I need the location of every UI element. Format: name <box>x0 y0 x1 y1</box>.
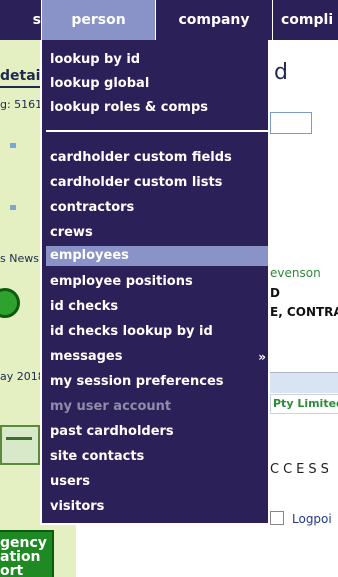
emergency-line-2: ation <box>0 549 41 565</box>
menu-divider <box>46 130 268 132</box>
menu-item-lookup-by-id[interactable]: lookup by id <box>46 48 268 72</box>
document-thumbnail-icon[interactable] <box>0 425 40 465</box>
menu-item-my-user-account: my user account <box>50 399 172 414</box>
sidebar-code: g: 5161 <box>0 98 43 111</box>
menu-item-visitors[interactable]: visitors <box>46 495 268 519</box>
menu-item-crews[interactable]: crews <box>46 221 268 245</box>
menu-item-id-checks[interactable]: id checks <box>46 295 268 319</box>
menu-item-past-cardholders[interactable]: past cardholders <box>46 420 268 444</box>
tab-previous[interactable]: s <box>0 0 41 40</box>
add-circle-icon[interactable] <box>0 288 20 318</box>
submenu-arrow-icon: » <box>258 350 266 364</box>
sidebar-bullet-icon <box>10 143 16 148</box>
page-title-fragment: d <box>274 60 288 85</box>
table-header-row <box>270 372 338 393</box>
menu-item-employee-positions[interactable]: employee positions <box>46 270 268 294</box>
menu-item-id-checks-lookup-by-id[interactable]: id checks lookup by id <box>46 320 268 344</box>
emergency-evacuation-report-button[interactable]: gency ation ort <box>0 530 54 577</box>
person-dropdown-menu: lookup by id lookup global lookup roles … <box>40 40 270 525</box>
menu-item-users[interactable]: users <box>46 470 268 494</box>
search-input[interactable] <box>270 112 312 134</box>
menu-item-messages[interactable]: messages » <box>46 345 268 369</box>
menu-item-lookup-global[interactable]: lookup global <box>46 72 268 96</box>
access-heading-fragment: CCESS <box>270 462 333 477</box>
thumbnail-line <box>6 437 32 440</box>
menu-item-cardholder-custom-fields[interactable]: cardholder custom fields <box>46 146 268 170</box>
emergency-line-3: ort <box>0 563 24 577</box>
logpoint-link[interactable]: Logpoi <box>292 512 332 526</box>
menu-item-lookup-roles-comps[interactable]: lookup roles & comps <box>46 96 268 120</box>
sidebar-news-link[interactable]: s News <box>0 252 39 265</box>
logpoint-checkbox[interactable] <box>270 511 284 525</box>
tab-compliance[interactable]: compli <box>272 0 338 40</box>
menu-item-contractors[interactable]: contractors <box>46 196 268 220</box>
menu-item-messages-label: messages <box>50 349 123 364</box>
cardholder-name-link[interactable]: evenson <box>270 266 321 280</box>
menu-item-cardholder-custom-lists[interactable]: cardholder custom lists <box>46 171 268 195</box>
menu-item-employees[interactable]: employees <box>46 246 268 266</box>
tab-person[interactable]: person <box>41 0 155 40</box>
cardholder-field-d: D <box>270 286 280 300</box>
cardholder-role: E, CONTRA <box>270 305 338 319</box>
sidebar-bullet-icon <box>10 205 16 210</box>
emergency-line-1: gency <box>0 535 47 551</box>
sidebar-date: ay 2018 <box>0 370 45 383</box>
top-nav-bar: s person company compli <box>0 0 338 40</box>
company-link[interactable]: Pty Limited <box>270 394 338 414</box>
tab-company[interactable]: company <box>155 0 272 40</box>
menu-item-site-contacts[interactable]: site contacts <box>46 445 268 469</box>
menu-item-my-session-preferences[interactable]: my session preferences <box>46 370 268 394</box>
